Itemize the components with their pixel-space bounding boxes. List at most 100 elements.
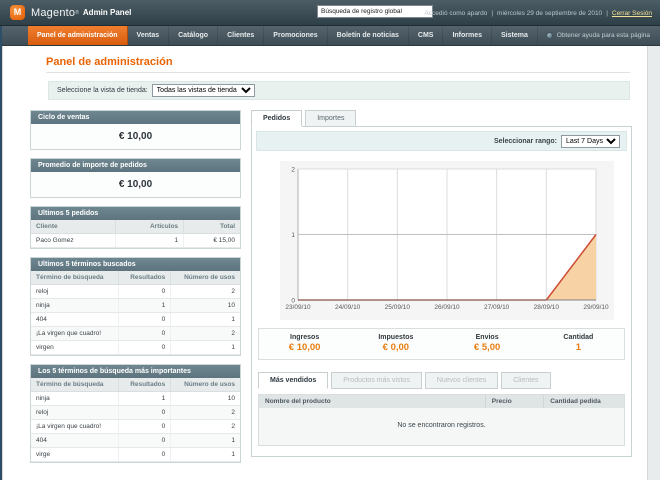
table-cell: 0: [119, 434, 171, 448]
card-title: Ultimos 5 términos buscados: [31, 258, 240, 271]
tab-nuevos-clientes: Nuevos clientes: [425, 372, 498, 389]
table-row[interactable]: ninja110: [31, 392, 240, 406]
tab-m-s-vendidos[interactable]: Más vendidos: [258, 372, 328, 389]
table-cell: reloj: [31, 406, 119, 420]
bestsellers-grid: Nombre del productoPrecioCantidad pedida…: [258, 394, 625, 446]
column-header: Número de usos: [171, 378, 240, 392]
table-cell: 1: [171, 341, 240, 355]
table-cell: 0: [119, 448, 171, 462]
table-row[interactable]: 40401: [31, 313, 240, 327]
tab-pedidos[interactable]: Pedidos: [251, 110, 302, 127]
content-area: Panel de administración Seleccione la vi…: [2, 46, 648, 480]
magento-logo: M Magento® Admin Panel: [10, 5, 131, 20]
svg-text:26/09/10: 26/09/10: [434, 304, 460, 311]
logo-subtitle: Admin Panel: [83, 8, 131, 17]
last-search-terms-card: Ultimos 5 términos buscados Término de b…: [30, 257, 241, 356]
table-cell: 1: [171, 313, 240, 327]
table-row[interactable]: Paco Gomez1€ 15,00: [31, 234, 240, 248]
table-cell: 2: [171, 327, 240, 341]
column-header: Precio: [485, 395, 543, 408]
total-value: € 5,00: [442, 342, 533, 353]
table-row[interactable]: ¡La virgen que cuadro!02: [31, 327, 240, 341]
nav-item-panel-de-administraci-n[interactable]: Panel de administración: [28, 26, 128, 45]
nav-item-bolet-n-de-noticias[interactable]: Boletín de noticias: [328, 26, 409, 45]
last-search-terms-table: Término de búsquedaResultadosNúmero de u…: [31, 271, 240, 355]
global-search-input[interactable]: [317, 5, 433, 18]
column-header: Resultados: [119, 378, 171, 392]
table-cell: 2: [171, 285, 240, 299]
column-header: Resultados: [119, 271, 171, 285]
table-cell: Paco Gomez: [31, 234, 115, 248]
lifetime-sales-card: Ciclo de ventas € 10,00: [30, 110, 241, 150]
total-value: 1: [533, 342, 624, 353]
nav-item-cat-logo[interactable]: Catálogo: [169, 26, 218, 45]
window-edge: [0, 26, 2, 480]
svg-text:24/09/10: 24/09/10: [335, 304, 361, 311]
last-orders-card: Ultimos 5 pedidos ClienteArtículosTotal …: [30, 206, 241, 249]
svg-text:25/09/10: 25/09/10: [385, 304, 411, 311]
average-orders-value: € 10,00: [31, 172, 240, 197]
table-cell: ninja: [31, 392, 119, 406]
table-cell: 1: [119, 392, 171, 406]
range-label: Seleccionar rango:: [494, 138, 557, 145]
table-row[interactable]: virge01: [31, 448, 240, 462]
lifetime-sales-value: € 10,00: [31, 124, 240, 149]
nav-item-ventas[interactable]: Ventas: [128, 26, 170, 45]
table-cell: 2: [171, 406, 240, 420]
table-cell: 0: [119, 420, 171, 434]
empty-records-message: No se encontraron registros.: [259, 408, 624, 445]
store-view-select[interactable]: Todas las vistas de tienda: [152, 84, 255, 97]
table-cell: virge: [31, 448, 119, 462]
total-label: Ingresos: [259, 334, 350, 341]
help-label: Obtener ayuda para esta página: [557, 32, 650, 39]
table-cell: 0: [119, 327, 171, 341]
table-row[interactable]: ninja110: [31, 299, 240, 313]
table-cell: 0: [119, 285, 171, 299]
last-orders-table: ClienteArtículosTotal Paco Gomez1€ 15,00: [31, 220, 240, 248]
bestsellers-table: Nombre del productoPrecioCantidad pedida: [259, 395, 624, 408]
total-label: Envios: [442, 334, 533, 341]
table-cell: 0: [119, 341, 171, 355]
tab-importes[interactable]: Importes: [305, 110, 356, 127]
separator: |: [606, 10, 608, 17]
diagram-tabs: PedidosImportes: [251, 110, 632, 126]
total-cantidad: Cantidad1: [533, 334, 624, 353]
column-header: Nombre del producto: [259, 395, 485, 408]
table-row[interactable]: ¡La virgen que cuadro!02: [31, 420, 240, 434]
nav-item-clientes[interactable]: Clientes: [218, 26, 264, 45]
page-help-link[interactable]: Obtener ayuda para esta página: [546, 26, 650, 45]
nav-item-cms[interactable]: CMS: [409, 26, 444, 45]
admin-header: M Magento® Admin Panel Accedió como apar…: [0, 0, 660, 26]
svg-text:27/09/10: 27/09/10: [484, 304, 510, 311]
table-row[interactable]: reloj02: [31, 406, 240, 420]
logout-link[interactable]: Cerrar Sesión: [612, 10, 652, 17]
diagram-panel: Seleccionar rango: Last 7 Days 01223/09/…: [251, 126, 632, 457]
total-impuestos: Impuestos€ 0,00: [350, 334, 441, 353]
card-title: Ultimos 5 pedidos: [31, 207, 240, 220]
table-cell: 0: [119, 406, 171, 420]
total-label: Impuestos: [350, 334, 441, 341]
table-cell: virgen: [31, 341, 119, 355]
table-row[interactable]: reloj02: [31, 285, 240, 299]
table-cell: 404: [31, 434, 119, 448]
nav-item-promociones[interactable]: Promociones: [264, 26, 327, 45]
table-row[interactable]: 40401: [31, 434, 240, 448]
total-envios: Envios€ 5,00: [442, 334, 533, 353]
table-row[interactable]: virgen01: [31, 341, 240, 355]
range-select[interactable]: Last 7 Days: [561, 135, 620, 148]
orders-chart-container: 01223/09/1024/09/1025/09/1026/09/1027/09…: [280, 161, 614, 320]
top-search-terms-card: Los 5 términos de búsqueda más important…: [30, 364, 241, 463]
column-header: Cliente: [31, 220, 115, 234]
nav-item-informes[interactable]: Informes: [443, 26, 492, 45]
dashboard-main-column: PedidosImportes Seleccionar rango: Last …: [251, 110, 632, 471]
total-value: € 10,00: [259, 342, 350, 353]
card-title: Promedio de importe de pedidos: [31, 159, 240, 172]
logo-trademark: ®: [75, 10, 79, 16]
card-title: Ciclo de ventas: [31, 111, 240, 124]
table-cell: 1: [115, 234, 184, 248]
nav-item-sistema[interactable]: Sistema: [492, 26, 538, 45]
table-cell: reloj: [31, 285, 119, 299]
table-cell: 10: [171, 299, 240, 313]
logged-in-as: Accedió como apardo: [424, 10, 487, 17]
column-header: Artículos: [115, 220, 184, 234]
